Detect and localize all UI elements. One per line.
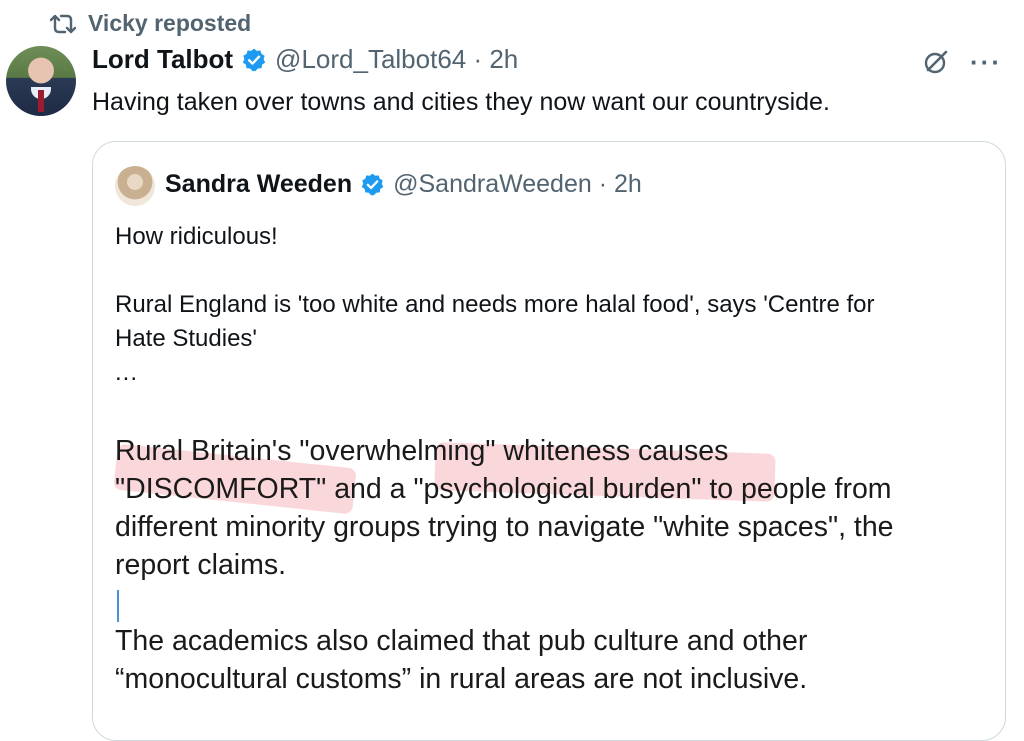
article-screenshot-image[interactable]: Rural Britain's "overwhelming" whiteness…: [113, 432, 995, 698]
article-line-1: Rural Britain's "overwhelming" whiteness…: [115, 435, 729, 467]
quoted-line-3: Hate Studies': [115, 325, 257, 352]
quoted-ellipsis: ...: [115, 359, 139, 386]
verified-badge-icon: [242, 48, 266, 71]
article-line-5: The academics also claimed that pub cult…: [115, 625, 808, 657]
quoted-author-avatar[interactable]: [115, 166, 155, 206]
author-name[interactable]: Lord Talbot: [92, 44, 233, 75]
tweet-text: Having taken over towns and cities they …: [92, 88, 830, 116]
author-avatar[interactable]: [6, 46, 76, 116]
quoted-line-1: How ridiculous!: [115, 223, 278, 250]
repost-label: Vicky reposted: [88, 10, 252, 36]
quoted-tweet-text: How ridiculous! Rural England is 'too wh…: [115, 220, 875, 390]
article-line-6: “monocultural customs” in rural areas ar…: [115, 663, 808, 695]
quoted-tweet-header: Sandra Weeden @SandraWeeden · 2h: [165, 170, 642, 199]
more-options-button[interactable]: ···: [970, 49, 1002, 75]
article-line-3: different minority groups trying to navi…: [115, 511, 894, 543]
avatar-tie: [38, 90, 44, 112]
article-line-2: "DISCOMFORT" and a "psychological burden…: [115, 473, 892, 505]
grok-icon[interactable]: [922, 48, 950, 76]
tweet-actions: ···: [922, 48, 1002, 76]
tweet-header: Lord Talbot @Lord_Talbot64 · 2h: [92, 44, 518, 75]
repost-icon: [50, 14, 76, 33]
quoted-line-2: Rural England is 'too white and needs mo…: [115, 291, 875, 318]
verified-badge-icon: [361, 173, 384, 196]
quoted-author-name[interactable]: Sandra Weeden: [165, 170, 352, 199]
author-handle-time[interactable]: @Lord_Talbot64 · 2h: [275, 44, 518, 75]
text-cursor-mark: [117, 590, 119, 622]
article-line-4: report claims.: [115, 549, 287, 581]
repost-indicator[interactable]: Vicky reposted: [50, 10, 251, 37]
quoted-tweet-card[interactable]: Sandra Weeden @SandraWeeden · 2h How rid…: [92, 141, 1006, 741]
quoted-author-handle-time[interactable]: @SandraWeeden · 2h: [393, 170, 642, 199]
